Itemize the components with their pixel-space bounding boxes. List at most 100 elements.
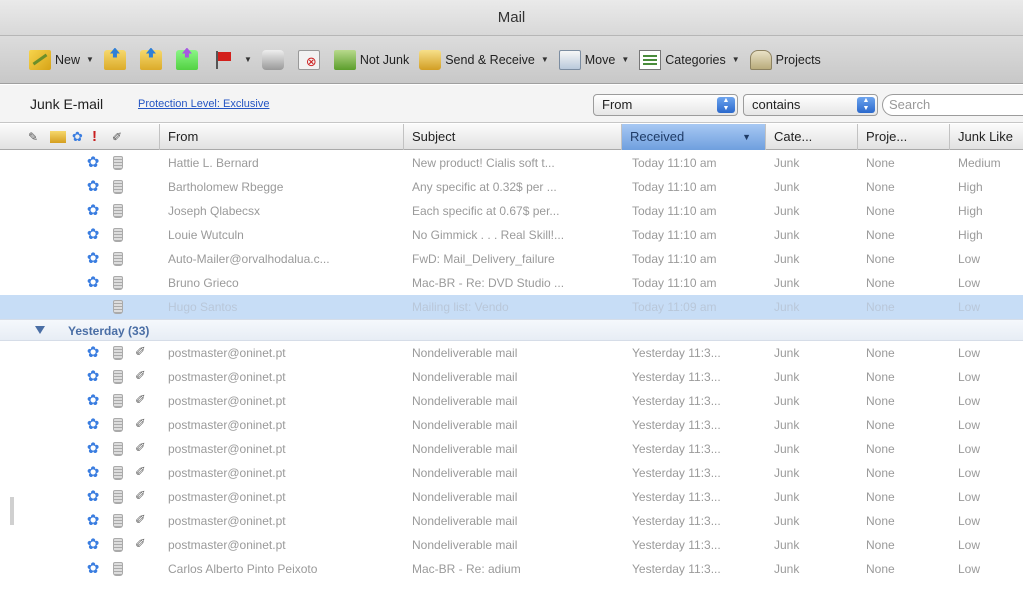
projects-column-header[interactable]: Proje... xyxy=(858,124,950,150)
message-row[interactable]: ✿ Joseph Qlabecsx Each specific at 0.67$… xyxy=(0,199,1023,223)
column-headers: ✎ ✿ ! ✐ From Subject Received ▼ Cate... … xyxy=(0,124,1023,150)
message-junk-likelihood: Low xyxy=(958,514,981,528)
subject-column-header[interactable]: Subject xyxy=(404,124,622,150)
categories-column-header[interactable]: Cate... xyxy=(766,124,858,150)
reply-button[interactable] xyxy=(101,43,133,77)
filter-field-select[interactable]: From ▲ ▼ xyxy=(593,94,738,116)
priority-column-icon[interactable]: ! xyxy=(92,129,104,145)
message-project: None xyxy=(866,466,895,480)
status-column-icon[interactable]: ✎ xyxy=(28,129,46,145)
send-receive-button[interactable]: Send & Receive ▼ xyxy=(416,43,552,77)
message-row[interactable]: ✿ ✐ postmaster@oninet.pt Nondeliverable m… xyxy=(0,437,1023,461)
message-subject: Nondeliverable mail xyxy=(412,346,518,360)
message-project: None xyxy=(866,204,895,218)
message-category: Junk xyxy=(774,346,800,360)
move-button[interactable]: Move ▼ xyxy=(556,43,633,77)
message-row[interactable]: ✿ ✐ postmaster@oninet.pt Nondeliverable m… xyxy=(0,365,1023,389)
message-row[interactable]: ✿ ✐ postmaster@oninet.pt Nondeliverable m… xyxy=(0,533,1023,557)
message-from: postmaster@oninet.pt xyxy=(168,418,286,432)
read-status-column-icon[interactable]: ✿ xyxy=(72,129,88,145)
message-row[interactable]: ✿ ✐ postmaster@oninet.pt Nondeliverable m… xyxy=(0,461,1023,485)
message-category: Junk xyxy=(774,538,800,552)
message-row[interactable]: ✿ Bruno Grieco Mac-BR - Re: DVD Studio .… xyxy=(0,271,1023,295)
flag-button[interactable]: ▼ xyxy=(209,43,255,77)
attachment-column-icon[interactable]: ✐ xyxy=(112,129,124,145)
message-received: Today 11:10 am xyxy=(632,180,717,194)
received-column-header[interactable]: Received ▼ xyxy=(622,124,766,150)
message-project: None xyxy=(866,490,895,504)
message-row[interactable]: ✿ ✐ postmaster@oninet.pt Nondeliverable m… xyxy=(0,341,1023,365)
print-button[interactable] xyxy=(259,43,291,77)
read-status-icon: ✿ xyxy=(86,274,100,291)
message-row[interactable]: ✿ ✐ postmaster@oninet.pt Nondeliverable m… xyxy=(0,509,1023,533)
categories-icon xyxy=(639,49,662,70)
select-stepper-icon: ▲ ▼ xyxy=(717,97,735,113)
new-button[interactable]: New ▼ xyxy=(26,43,97,77)
read-status-icon: ✿ xyxy=(86,344,100,361)
message-received: Today 11:10 am xyxy=(632,252,717,266)
group-header-yesterday[interactable]: Yesterday (33) xyxy=(0,319,1023,341)
from-column-header[interactable]: From xyxy=(160,124,404,150)
message-project: None xyxy=(866,442,895,456)
search-placeholder: Search xyxy=(889,97,931,112)
message-category: Junk xyxy=(774,370,800,384)
send-receive-dropdown-arrow-icon[interactable]: ▼ xyxy=(541,55,549,64)
message-category: Junk xyxy=(774,276,800,290)
message-row[interactable]: ✿ ✐ postmaster@oninet.pt Nondeliverable m… xyxy=(0,413,1023,437)
delete-button[interactable] xyxy=(295,43,327,77)
icon-columns-header[interactable]: ✎ ✿ ! ✐ xyxy=(0,124,160,150)
message-row[interactable]: ✿ Hattie L. Bernard New product! Cialis … xyxy=(0,151,1023,175)
junk-icon xyxy=(113,204,123,218)
categories-button[interactable]: Categories ▼ xyxy=(636,43,742,77)
flag-column-icon[interactable] xyxy=(50,131,66,143)
message-subject: Nondeliverable mail xyxy=(412,442,518,456)
reply-all-button[interactable] xyxy=(137,43,169,77)
message-row-selected[interactable]: Hugo Santos Mailing list: Vendo Today 11… xyxy=(0,295,1023,319)
forward-button[interactable] xyxy=(173,43,205,77)
filter-operator-select[interactable]: contains ▲ ▼ xyxy=(743,94,878,116)
message-row[interactable]: ✿ Louie Wutculn No Gimmick . . . Real Sk… xyxy=(0,223,1023,247)
not-junk-button[interactable]: Not Junk xyxy=(331,43,412,77)
message-row[interactable]: ✿ ✐ postmaster@oninet.pt Nondeliverable m… xyxy=(0,389,1023,413)
move-dropdown-arrow-icon[interactable]: ▼ xyxy=(621,55,629,64)
message-from: postmaster@oninet.pt xyxy=(168,394,286,408)
junk-icon xyxy=(113,394,123,408)
message-row[interactable]: ✿ ✐ postmaster@oninet.pt Nondeliverable m… xyxy=(0,485,1023,509)
junk-likelihood-column-header[interactable]: Junk Like xyxy=(950,124,1023,150)
categories-dropdown-arrow-icon[interactable]: ▼ xyxy=(732,55,740,64)
message-project: None xyxy=(866,276,895,290)
protection-level-link[interactable]: Protection Level: Exclusive xyxy=(138,98,269,110)
message-project: None xyxy=(866,370,895,384)
flag-dropdown-arrow-icon[interactable]: ▼ xyxy=(244,55,252,64)
delete-icon xyxy=(297,49,320,70)
message-junk-likelihood: Low xyxy=(958,466,981,480)
message-junk-likelihood: Low xyxy=(958,418,981,432)
message-subject: Nondeliverable mail xyxy=(412,538,518,552)
junk-icon xyxy=(113,418,123,432)
message-category: Junk xyxy=(774,442,800,456)
forward-icon xyxy=(175,49,198,70)
new-dropdown-arrow-icon[interactable]: ▼ xyxy=(86,55,94,64)
message-project: None xyxy=(866,346,895,360)
projects-button[interactable]: Projects xyxy=(747,43,824,77)
message-category: Junk xyxy=(774,228,800,242)
junk-icon xyxy=(113,156,123,170)
message-row[interactable]: ✿ Carlos Alberto Pinto Peixoto Mac-BR - … xyxy=(0,557,1023,581)
message-subject: New product! Cialis soft t... xyxy=(412,156,555,170)
junk-icon xyxy=(113,180,123,194)
read-status-icon: ✿ xyxy=(86,226,100,243)
search-input[interactable]: Search xyxy=(882,94,1023,116)
message-row[interactable]: ✿ Bartholomew Rbegge Any specific at 0.3… xyxy=(0,175,1023,199)
projects-icon xyxy=(749,49,772,70)
filter-operator-value: contains xyxy=(752,97,801,112)
message-category: Junk xyxy=(774,418,800,432)
junk-icon xyxy=(113,346,123,360)
junk-icon xyxy=(113,252,123,266)
disclosure-triangle-icon[interactable] xyxy=(35,326,45,334)
message-category: Junk xyxy=(774,490,800,504)
message-subject: Any specific at 0.32$ per ... xyxy=(412,180,557,194)
message-received: Today 11:10 am xyxy=(632,156,717,170)
pane-splitter-handle[interactable] xyxy=(10,497,14,525)
message-row[interactable]: ✿ Auto-Mailer@orvalhodalua.c... FwD: Mai… xyxy=(0,247,1023,271)
message-list: ✿ Hattie L. Bernard New product! Cialis … xyxy=(0,151,1023,606)
